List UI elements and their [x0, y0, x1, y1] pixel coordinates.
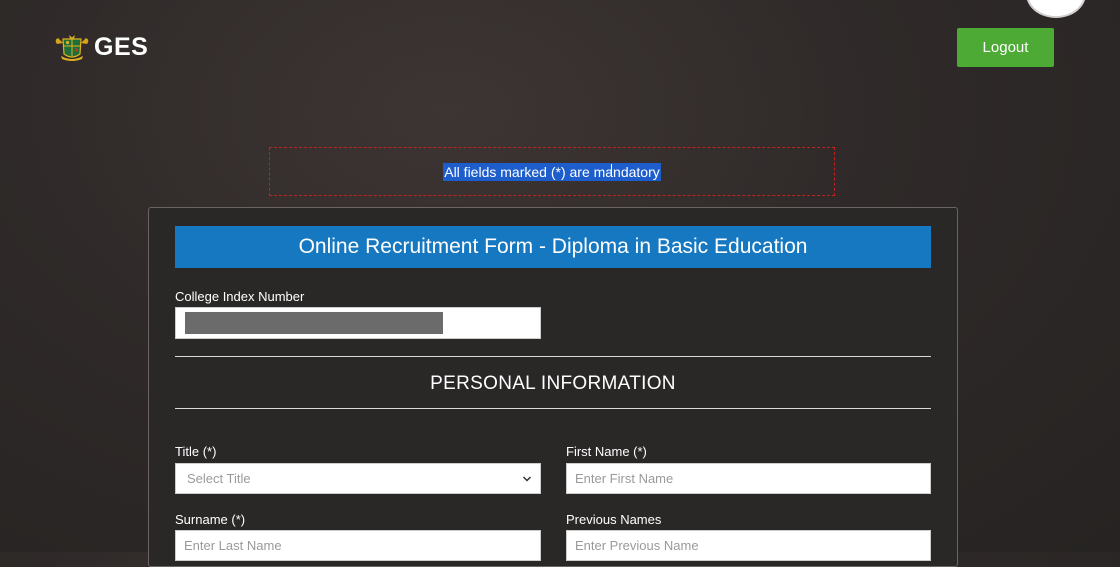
- previous-names-input[interactable]: [566, 530, 931, 561]
- logout-button[interactable]: Logout: [957, 28, 1054, 67]
- college-index-label: College Index Number: [175, 289, 305, 304]
- first-name-label: First Name (*): [566, 444, 647, 459]
- title-select[interactable]: Select Title: [175, 463, 541, 494]
- title-select-value: Select Title: [187, 471, 251, 486]
- recruitment-form-card: Online Recruitment Form - Diploma in Bas…: [148, 207, 958, 567]
- logo-text: GES: [94, 33, 149, 61]
- section-heading: PERSONAL INFORMATION: [430, 373, 676, 394]
- section-divider-top: [175, 356, 931, 357]
- surname-input[interactable]: [175, 530, 541, 561]
- first-name-input[interactable]: [566, 463, 931, 494]
- mandatory-notice: All fields marked (*) are mandatory: [269, 147, 835, 196]
- ghana-coat-of-arms-icon: [55, 34, 89, 61]
- chevron-down-icon: [522, 475, 532, 482]
- redacted-value: [185, 312, 443, 334]
- mandatory-notice-text: All fields marked (*) are mandatory: [443, 162, 661, 181]
- text-cursor-icon: [611, 164, 612, 175]
- surname-label: Surname (*): [175, 512, 246, 527]
- profile-avatar[interactable]: [1026, 0, 1086, 18]
- form-title: Online Recruitment Form - Diploma in Bas…: [175, 226, 931, 268]
- previous-names-label: Previous Names: [566, 512, 662, 527]
- ges-logo[interactable]: GES: [54, 33, 148, 62]
- title-label: Title (*): [175, 444, 217, 459]
- section-divider-bottom: [175, 408, 931, 409]
